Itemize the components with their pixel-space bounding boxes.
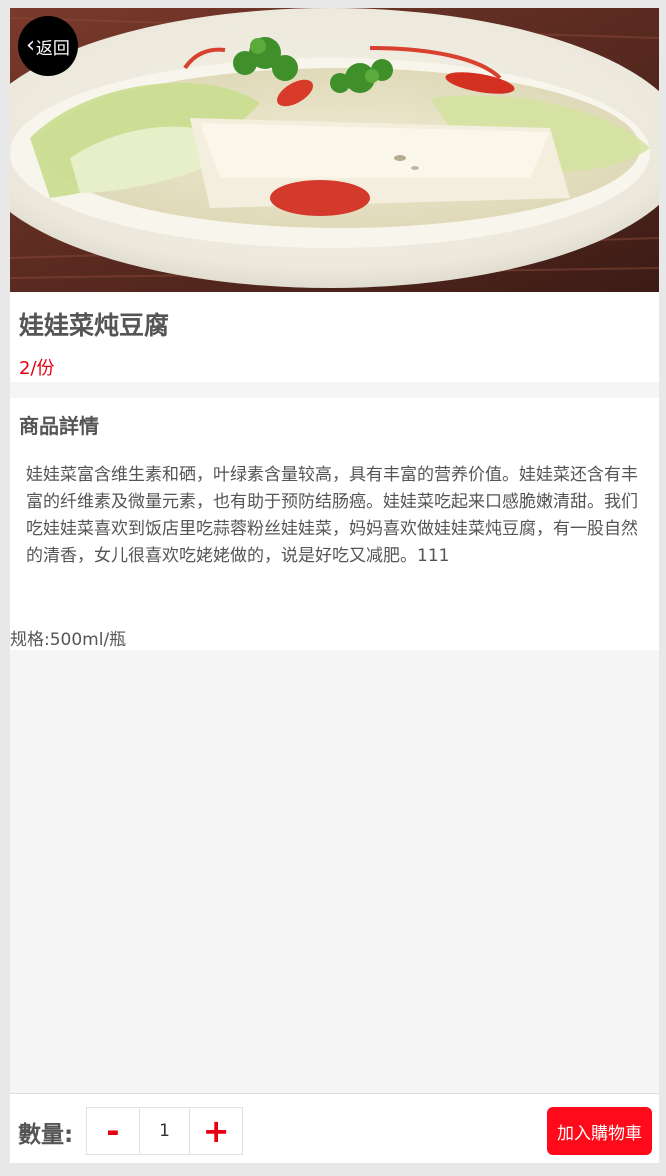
quantity-label: 數量: (18, 1122, 74, 1148)
decrease-quantity-button[interactable]: - (87, 1108, 139, 1154)
product-price: 2/份 (19, 358, 55, 379)
detail-heading: 商品詳情 (19, 414, 99, 438)
product-image: ‹ 返回 (10, 8, 659, 292)
page-frame: ‹ 返回 娃娃菜炖豆腐 2/份 商品詳情 娃娃菜富含维生素和硒，叶绿素含量较高，… (10, 8, 659, 1163)
chevron-left-icon: ‹ (26, 33, 35, 58)
product-title: 娃娃菜炖豆腐 (19, 311, 170, 340)
product-detail-section: 商品詳情 娃娃菜富含维生素和硒，叶绿素含量较高，具有丰富的营养价值。娃娃菜还含有… (10, 398, 659, 650)
back-label: 返回 (35, 38, 70, 59)
back-button[interactable]: ‹ 返回 (18, 16, 78, 76)
product-summary: 娃娃菜炖豆腐 2/份 (10, 292, 659, 382)
product-description: 娃娃菜富含维生素和硒，叶绿素含量较高，具有丰富的营养价值。娃娃菜还含有丰富的纤维… (26, 465, 638, 566)
product-spec: 规格:500ml/瓶 (10, 630, 127, 650)
quantity-stepper: - 1 + (86, 1107, 243, 1155)
add-to-cart-button[interactable]: 加入購物車 (547, 1107, 652, 1155)
quantity-value[interactable]: 1 (138, 1108, 191, 1154)
cart-bar: 數量: - 1 + 加入購物車 (10, 1093, 659, 1163)
increase-quantity-button[interactable]: + (190, 1108, 242, 1154)
